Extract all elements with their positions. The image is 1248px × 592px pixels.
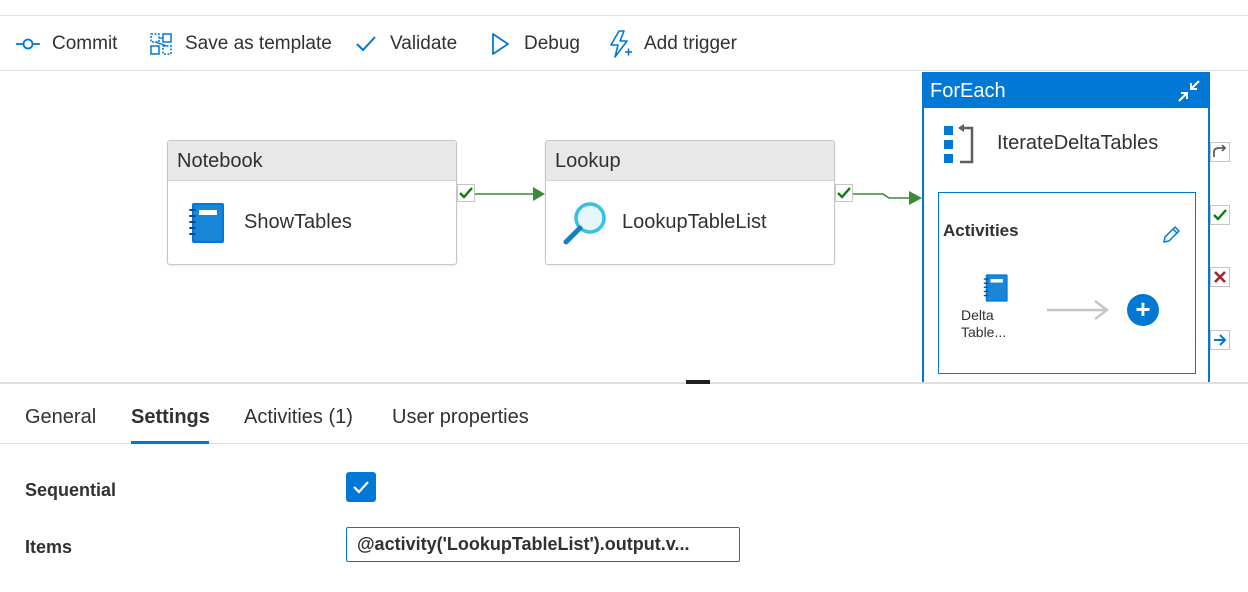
foreach-header: ForEach [924, 74, 1208, 108]
success-output-icon[interactable] [1210, 205, 1230, 225]
collapse-icon[interactable] [1176, 78, 1202, 104]
skip-output-icon[interactable] [1210, 142, 1230, 162]
success-output-checkbox[interactable] [835, 184, 853, 202]
debug-label: Debug [524, 33, 580, 54]
save-as-template-label: Save as template [185, 33, 332, 54]
lookup-activity[interactable]: Lookup LookupTableList [545, 140, 835, 265]
tab-general[interactable]: General [25, 406, 96, 429]
add-trigger-button[interactable]: Add trigger [606, 28, 737, 60]
items-label: Items [25, 537, 73, 557]
lightning-icon [606, 30, 634, 58]
commit-label: Commit [52, 33, 118, 54]
failure-output-icon[interactable] [1210, 267, 1230, 287]
sequential-checkbox[interactable] [346, 472, 376, 502]
save-as-template-button[interactable]: Save as template [147, 28, 332, 60]
activity-type-label: Lookup [546, 141, 834, 181]
tab-activities[interactable]: Activities (1) [244, 406, 353, 429]
edit-pencil-icon[interactable] [1161, 225, 1181, 250]
commit-button[interactable]: Commit [14, 28, 117, 60]
activity-name: ShowTables [244, 211, 352, 233]
activities-title: Activities [943, 221, 1019, 240]
activity-name: LookupTableList [622, 211, 767, 233]
add-activity-button[interactable]: + [1127, 294, 1159, 326]
completion-output-icon[interactable] [1210, 330, 1230, 350]
foreach-activities-panel[interactable]: Activities Delta Table... + [938, 192, 1196, 374]
sequential-label: Sequential [25, 480, 117, 500]
commit-icon [14, 30, 42, 58]
arrow-right-icon [1047, 300, 1110, 320]
template-icon [147, 30, 175, 58]
foreach-icon [942, 122, 976, 166]
debug-button[interactable]: Debug [486, 28, 580, 60]
activity-name: IterateDeltaTables [997, 132, 1159, 154]
notebook-activity[interactable]: Notebook ShowTables [167, 140, 457, 265]
play-icon [486, 30, 514, 58]
notebook-icon [188, 202, 226, 244]
active-tab-indicator [131, 441, 209, 444]
activity-type-label: Notebook [168, 141, 456, 181]
validate-button[interactable]: Validate [352, 28, 457, 60]
success-output-checkbox[interactable] [457, 184, 475, 202]
success-connector-arrow [475, 187, 545, 201]
toolbar: Commit Save as template Validate Debug A… [0, 16, 1248, 71]
resize-handle[interactable] [686, 380, 710, 384]
tab-settings[interactable]: Settings [131, 406, 210, 429]
notebook-icon [983, 273, 1009, 303]
magnifier-icon [562, 200, 608, 246]
tab-user-properties[interactable]: User properties [392, 406, 529, 429]
property-tabs: General Settings Activities (1) User pro… [0, 396, 1248, 444]
validate-label: Validate [390, 33, 458, 54]
add-trigger-label: Add trigger [644, 33, 737, 54]
checkmark-icon [353, 481, 369, 494]
foreach-activity[interactable]: ForEach IterateDeltaTables Activities De… [922, 72, 1210, 382]
checkmark-icon [352, 30, 380, 58]
panel-divider [0, 382, 1248, 384]
success-connector-arrow [853, 191, 922, 205]
inner-activity-name[interactable]: Delta Table... [961, 307, 1021, 341]
activity-type-label: ForEach [930, 80, 1006, 102]
pipeline-canvas[interactable]: Notebook ShowTables Lookup LookupTableLi… [0, 72, 1248, 382]
items-input[interactable]: @activity('LookupTableList').output.v... [346, 527, 740, 562]
